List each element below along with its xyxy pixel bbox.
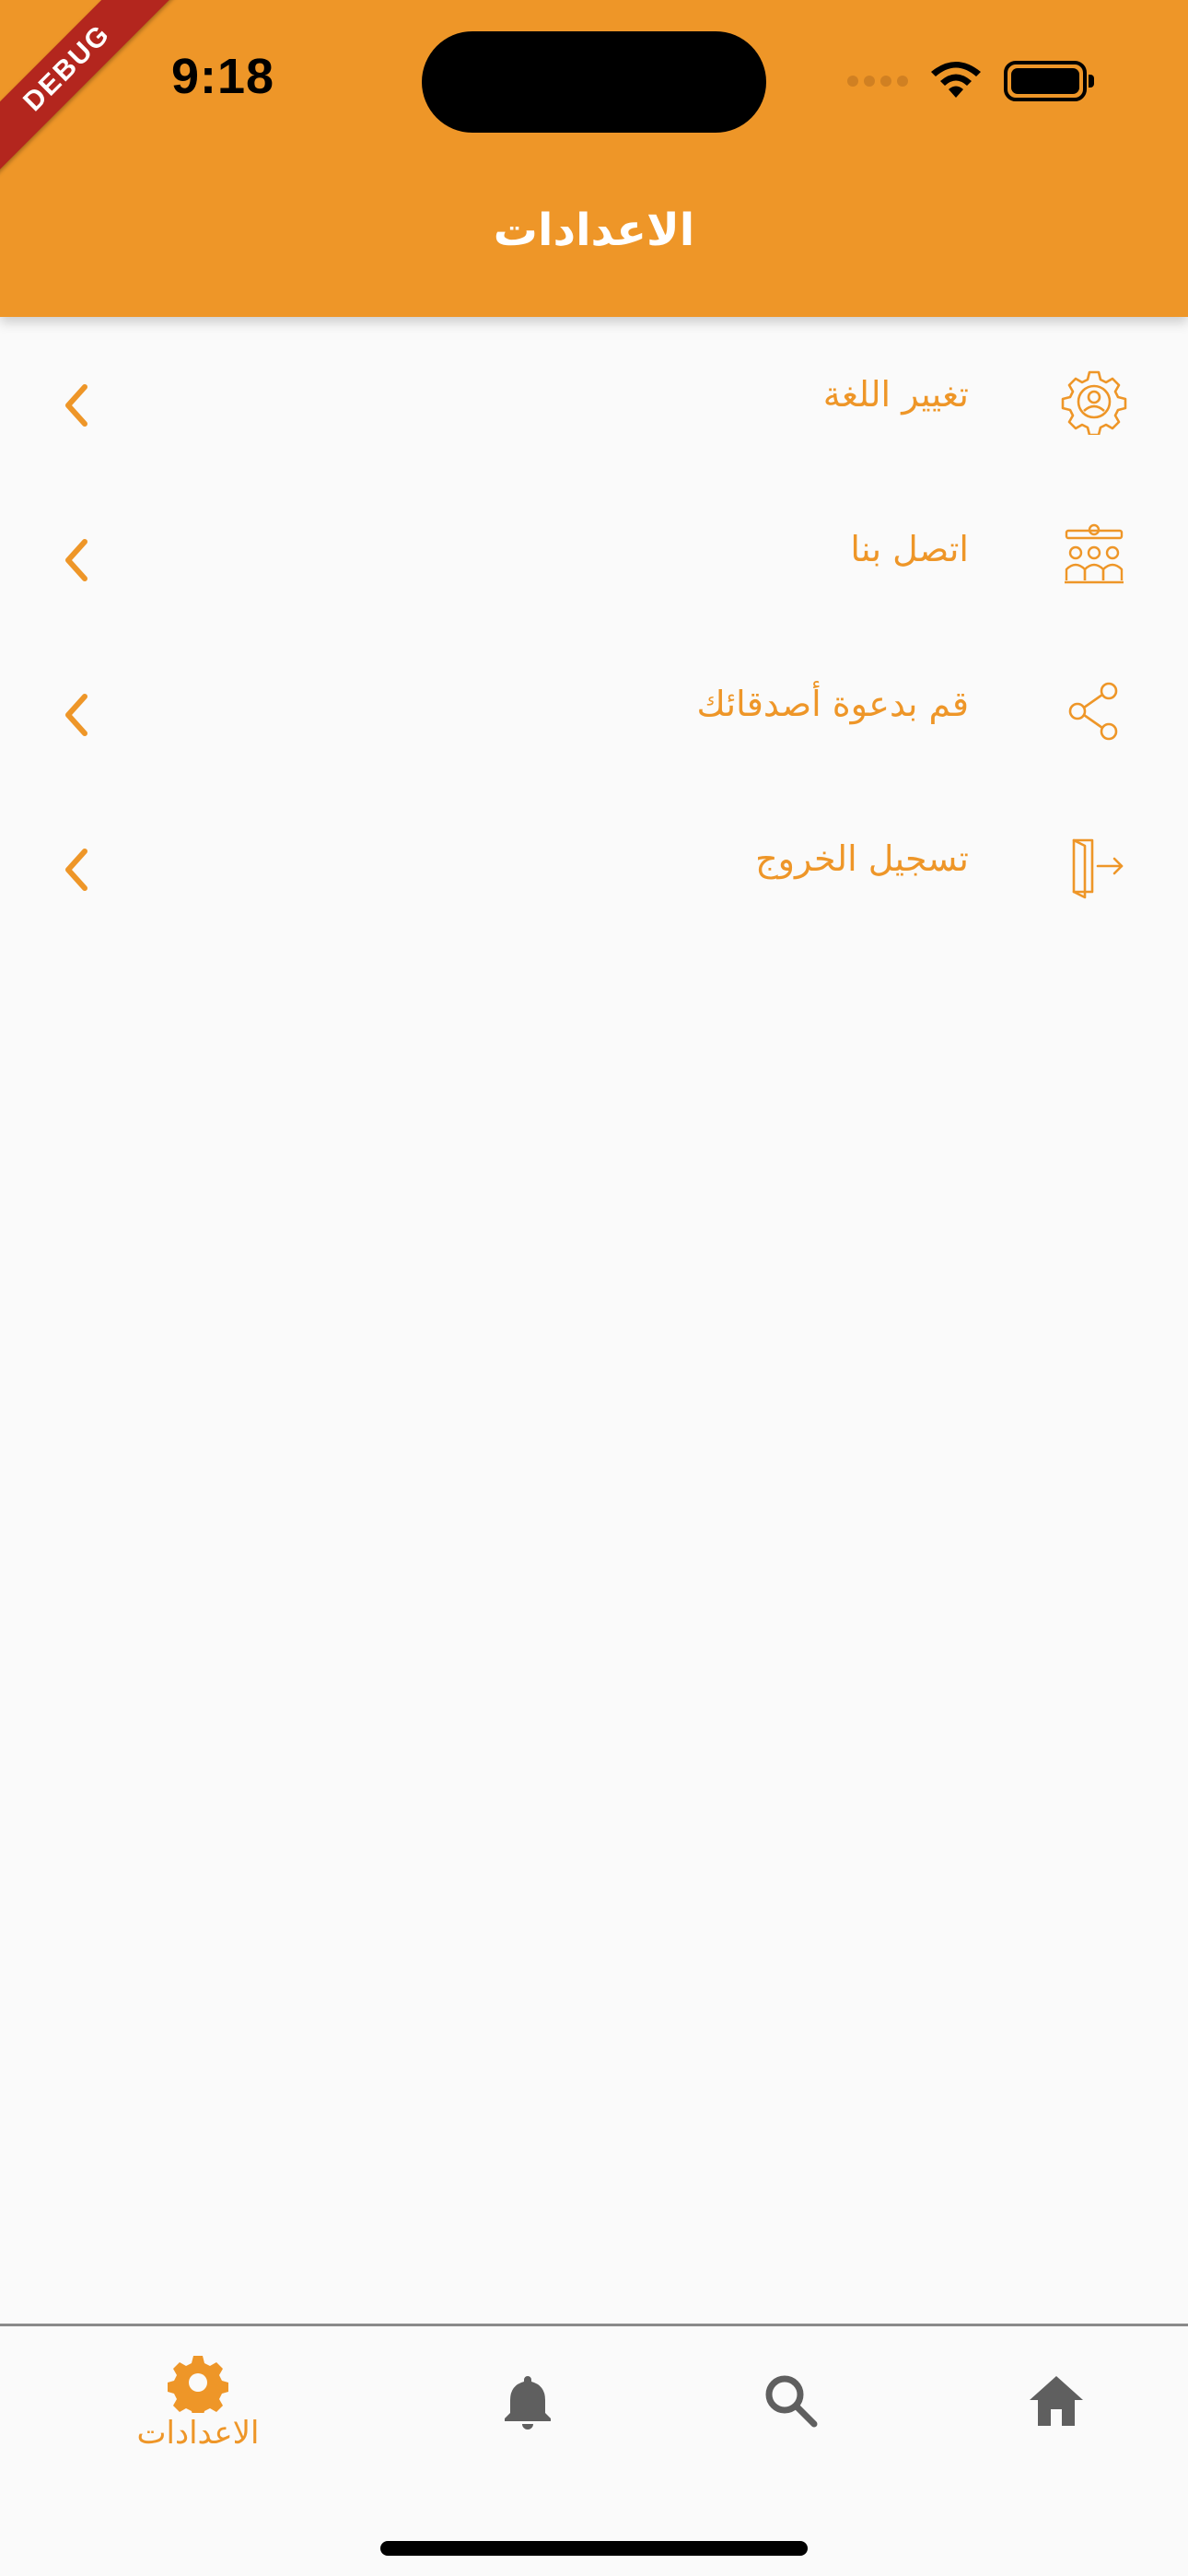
chevron-left-icon [65,384,87,427]
settings-item-label: تغيير اللغة [822,374,969,415]
chevron-left-icon [65,694,87,736]
settings-item-change-language[interactable]: تغيير اللغة [0,326,1188,481]
settings-item-label: اتصل بنا [850,529,969,569]
page-title: الاعدادات [493,205,695,256]
nav-item-home[interactable] [908,2326,1188,2511]
settings-item-label: قم بدعوة أصدقائك [696,684,969,724]
cellular-signal-icon [847,76,908,87]
bottom-navigation-bar: الاعدادات [0,2324,1188,2576]
app-bar: 9:18 الاعدادات [0,0,1188,317]
team-contact-icon [1065,523,1124,584]
battery-icon [1004,61,1094,101]
status-time: 9:18 [171,49,275,104]
home-indicator [380,2541,808,2556]
settings-item-contact-us[interactable]: اتصل بنا [0,481,1188,636]
nav-item-search[interactable] [643,2326,939,2511]
settings-item-invite-friends[interactable]: قم بدعوة أصدقائك [0,636,1188,790]
home-icon [1030,2376,1083,2426]
status-icons [847,53,1094,109]
settings-gear-user-icon [1061,370,1127,435]
nav-item-settings[interactable]: الاعدادات [50,2326,346,2511]
dynamic-island [422,31,766,133]
nav-label-settings: الاعدادات [136,2415,260,2452]
gear-icon [168,2356,228,2413]
search-icon [765,2375,818,2428]
nav-item-notifications[interactable] [379,2326,676,2511]
bell-icon [505,2376,551,2430]
settings-item-label: تسجيل الخروج [755,838,969,879]
chevron-left-icon [65,539,87,581]
chevron-left-icon [65,849,87,891]
wifi-icon [931,62,981,98]
logout-icon [1072,838,1124,899]
settings-item-logout[interactable]: تسجيل الخروج [0,790,1188,945]
settings-screen: DEBUG 9:18 الاعدادات تغيير اللغة اتصل بن… [0,0,1188,2576]
share-icon [1068,682,1118,741]
